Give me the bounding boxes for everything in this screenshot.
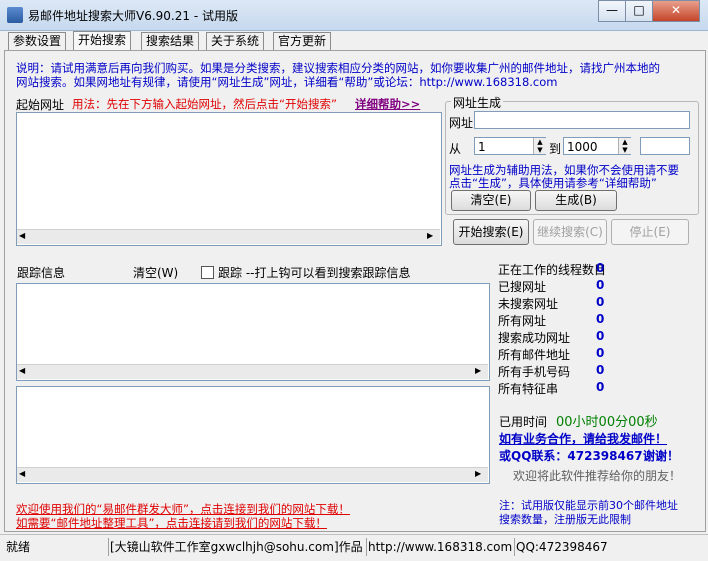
business-contact-link[interactable]: 如有业务合作，请给我发邮件！ <box>499 430 667 447</box>
tab-results[interactable]: 搜索结果 <box>141 32 200 50</box>
url-clear-button[interactable]: 清空(E) <box>451 190 531 211</box>
start-url-textarea[interactable] <box>16 112 442 246</box>
counter-label: 未搜索网址 <box>498 297 559 311</box>
counter-label: 所有特征串 <box>498 382 559 396</box>
elapsed-label: 已用时间 <box>499 415 548 429</box>
trace-clear-button[interactable]: 清空(W) <box>133 264 178 281</box>
window-title: 易邮件地址搜索大师V6.90.21 - 试用版 <box>28 9 238 23</box>
start-search-button[interactable]: 开始搜索(E) <box>453 219 529 245</box>
counter-label: 正在工作的线程数目 <box>498 263 607 277</box>
thanks-text: 谢谢！ <box>643 449 680 463</box>
url-label: 网址 <box>449 116 474 130</box>
counter-value: 0 <box>596 329 605 343</box>
tab-updates[interactable]: 官方更新 <box>273 32 332 50</box>
tab-start-search[interactable]: 开始搜索 <box>73 31 132 51</box>
stop-button[interactable]: 停止(E) <box>611 219 689 245</box>
counter-value: 0 <box>596 278 605 292</box>
elapsed-value: 00小时00分00秒 <box>556 415 658 430</box>
counter-label: 已搜网址 <box>498 280 547 294</box>
counter-label: 所有邮件地址 <box>498 348 571 362</box>
from-label: 从 <box>449 142 462 156</box>
close-button[interactable]: ✕ <box>652 0 700 22</box>
scroll-left-icon[interactable]: ◀ <box>19 231 25 240</box>
scroll-left-icon[interactable]: ◀ <box>19 469 25 478</box>
from-spinner[interactable]: ▲ ▼ <box>533 138 546 154</box>
continue-search-button[interactable]: 继续搜索(C) <box>533 219 607 245</box>
extra-input[interactable] <box>640 137 690 155</box>
status-author: [大镜山软件工作室gxwclhjh@sohu.com]作品 <box>110 538 367 556</box>
to-label: 到 <box>549 142 562 156</box>
counter-label: 搜索成功网址 <box>498 331 571 345</box>
url-gen-title: 网址生成 <box>451 94 504 111</box>
tab-settings[interactable]: 参数设置 <box>8 32 67 50</box>
notice-line-2: 网站搜索。如果网地址有规律，请使用“网址生成”网址，详细看“帮助”或论坛：htt… <box>16 75 558 89</box>
trace-checkbox-label: 跟踪 --打上钩可以看到搜索跟踪信息 <box>218 266 411 280</box>
scroll-right-icon[interactable]: ▶ <box>475 366 481 375</box>
counter-value: 0 <box>596 346 605 360</box>
result-hscroll[interactable]: ◀ ▶ <box>17 467 488 482</box>
scroll-right-icon[interactable]: ▶ <box>427 231 433 240</box>
url-generate-button[interactable]: 生成(B) <box>535 190 617 211</box>
url-gen-hint-2: 点击“生成”，具体使用请参考“详细帮助” <box>449 176 657 190</box>
start-url-hscroll[interactable]: ◀ ▶ <box>17 229 440 244</box>
maximize-button[interactable]: □ <box>625 0 653 22</box>
counter-value: 0 <box>596 380 605 394</box>
start-url-label: 起始网址 <box>16 98 65 112</box>
minimize-button[interactable]: — <box>598 0 626 22</box>
status-site: http://www.168318.com <box>368 538 515 556</box>
status-qq: QQ:472398467 <box>516 540 608 554</box>
counter-label: 所有网址 <box>498 314 547 328</box>
counter-value: 0 <box>596 295 605 309</box>
to-spinner[interactable]: ▲ ▼ <box>618 138 631 154</box>
qq-contact: 或QQ联系：472398467 <box>499 449 643 463</box>
recommend-text: 欢迎将此软件推荐给你的朋友！ <box>513 469 682 483</box>
counter-value: 0 <box>596 363 605 377</box>
from-value: 1 <box>478 140 486 154</box>
help-link[interactable]: 详细帮助>> <box>355 96 420 112</box>
start-url-usage: 用法：先在下方输入起始网址，然后点击“开始搜索” <box>72 97 337 111</box>
trace-label: 跟踪信息 <box>17 266 66 280</box>
trial-note-2: 搜索数量，注册版无此限制 <box>499 513 631 526</box>
status-state: 就绪 <box>6 538 109 556</box>
counter-value: 0 <box>596 261 605 275</box>
app-icon <box>7 7 23 23</box>
tab-about[interactable]: 关于系统 <box>206 32 265 50</box>
counter-value: 0 <box>596 312 605 326</box>
url-input[interactable] <box>474 111 690 129</box>
download-tool-link[interactable]: 如需要“邮件地址整理工具”，点击连接请到我们的网站下载！ <box>16 515 327 531</box>
scroll-left-icon[interactable]: ◀ <box>19 366 25 375</box>
trace-checkbox[interactable] <box>201 266 214 279</box>
counter-label: 所有手机号码 <box>498 365 571 379</box>
trace-hscroll[interactable]: ◀ ▶ <box>17 364 488 379</box>
to-value: 1000 <box>567 140 598 154</box>
scroll-right-icon[interactable]: ▶ <box>475 469 481 478</box>
